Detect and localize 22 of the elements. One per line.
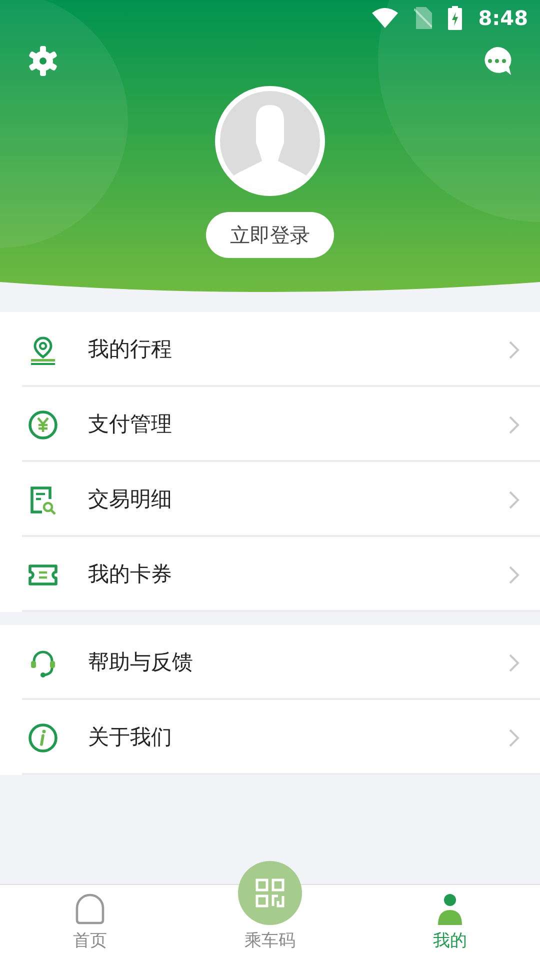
home-icon [74,892,106,924]
login-button[interactable]: 立即登录 [206,212,334,258]
tab[interactable]: 我的 [360,860,540,960]
chevron-right-icon [508,340,520,360]
battery-icon [448,6,462,30]
chevron-right-icon [508,414,520,434]
chevron-right-icon [508,564,520,584]
wifi-icon [372,8,398,28]
yuan-coin-icon [28,410,58,440]
message-icon[interactable] [482,46,512,76]
tab[interactable]: 首页 [0,860,180,960]
chevron-right-icon [508,728,520,748]
chevron-right-icon [508,652,520,672]
no-sim-icon [414,7,432,29]
profile-icon [435,892,465,926]
chevron-right-icon [508,490,520,510]
receipt-search-icon [28,484,58,514]
settings-icon[interactable] [28,46,58,76]
info-icon [28,722,58,752]
location-pin-icon [28,334,58,364]
status-time: 8:48 [478,5,528,32]
tab[interactable]: 乘车码 [180,860,360,960]
